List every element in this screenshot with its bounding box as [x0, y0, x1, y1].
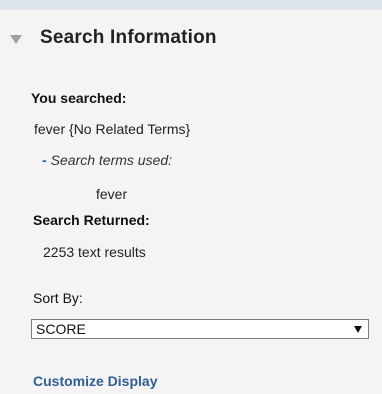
collapse-triangle-icon[interactable]: [10, 34, 22, 44]
sort-by-select[interactable]: SCORE: [31, 319, 369, 339]
results-count: 2253 text results: [43, 244, 146, 260]
search-returned-label: Search Returned:: [33, 212, 150, 228]
query-text: fever {No Related Terms}: [34, 121, 191, 137]
top-strip: [0, 0, 382, 10]
panel-title: Search Information: [40, 27, 217, 48]
dropdown-arrow-icon[interactable]: [354, 325, 362, 333]
you-searched-label: You searched:: [31, 90, 127, 106]
search-information-panel: Search Information You searched: fever {…: [0, 0, 382, 394]
customize-display-link[interactable]: Customize Display: [33, 373, 157, 389]
search-terms-used: - Search terms used:: [42, 152, 172, 168]
sort-by-label: Sort By:: [33, 290, 83, 306]
panel-header[interactable]: Search Information: [0, 10, 382, 66]
terms-used-dash: -: [42, 152, 47, 168]
terms-used-label: Search terms used:: [50, 152, 173, 168]
sort-by-value: SCORE: [36, 321, 86, 337]
search-term: fever: [96, 186, 128, 202]
